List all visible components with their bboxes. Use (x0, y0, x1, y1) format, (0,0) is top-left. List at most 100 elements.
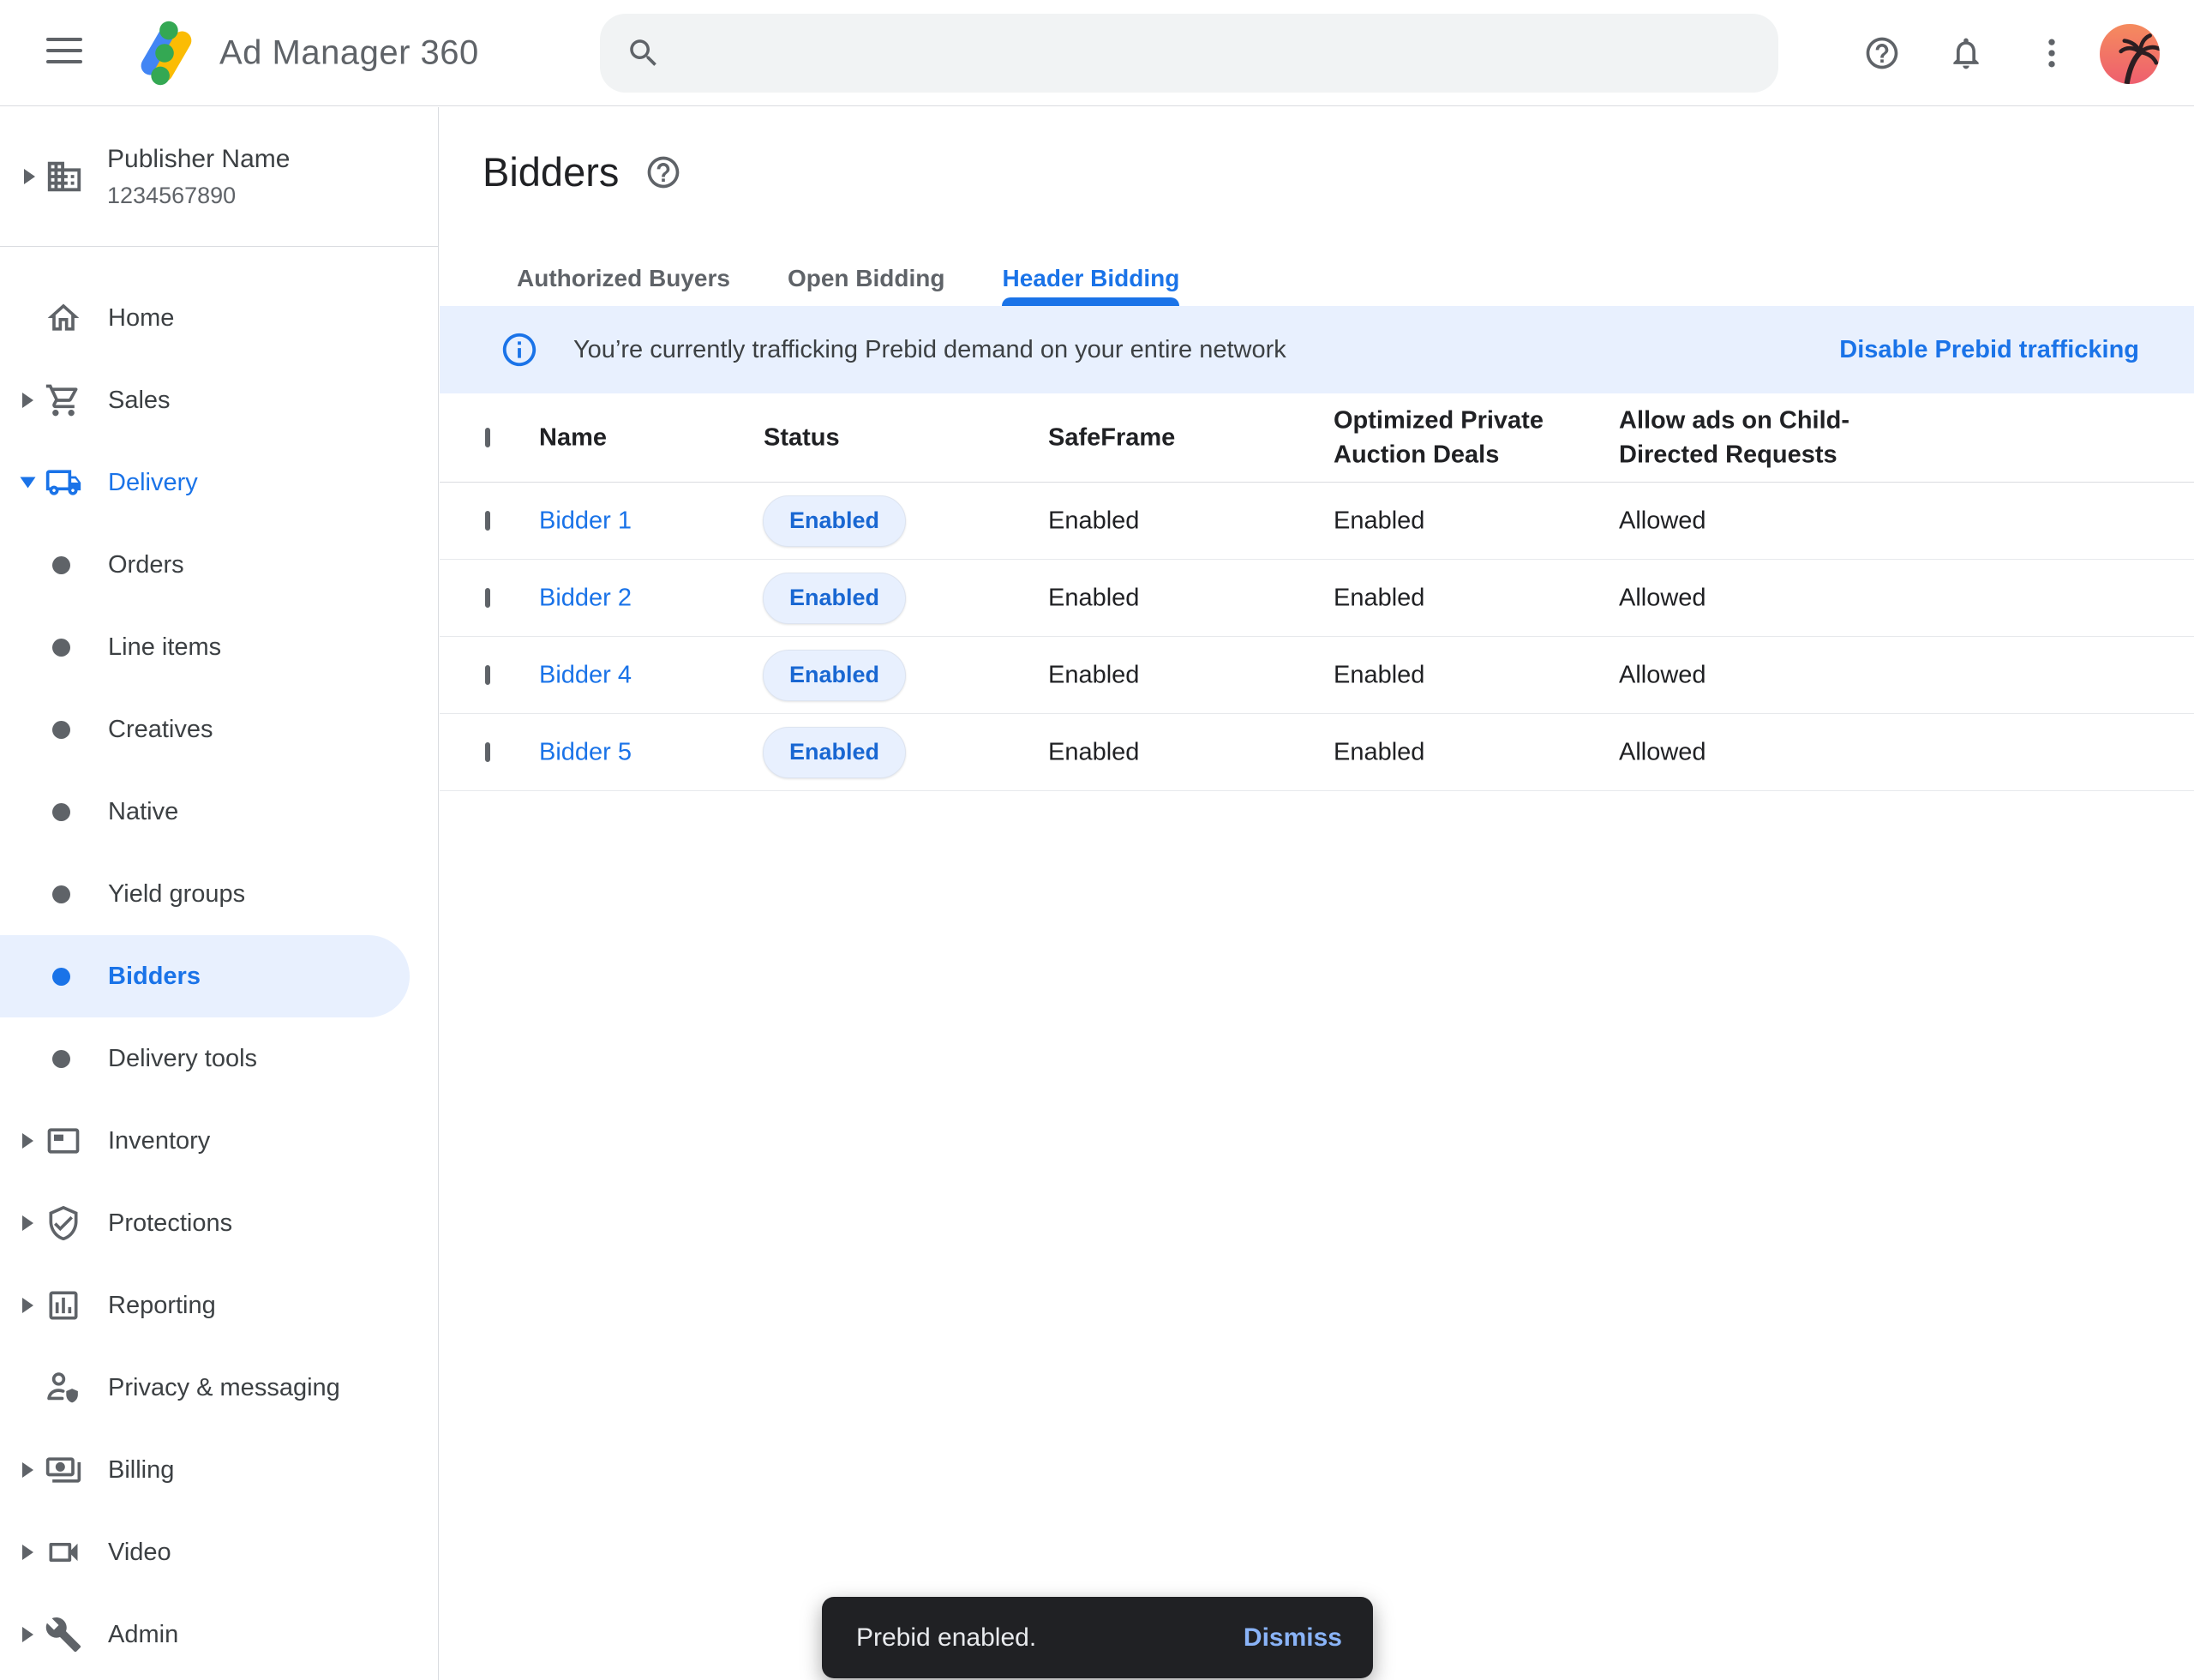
help-icon[interactable] (1863, 34, 1901, 72)
sidebar-item-privacy-messaging[interactable]: Privacy & messaging (0, 1347, 438, 1429)
more-vert-icon[interactable] (2033, 34, 2071, 72)
safeframe-value: Enabled (1048, 507, 1139, 535)
tab-open-bidding[interactable]: Open Bidding (788, 251, 945, 306)
chevron-right-icon (22, 393, 33, 408)
banner-message: You’re currently trafficking Prebid dema… (573, 336, 1286, 364)
table-header-row: Name Status SafeFrame Optimized Private … (440, 393, 2194, 483)
opad-value: Enabled (1334, 661, 1574, 689)
child-directed-value: Allowed (1619, 738, 1893, 766)
chevron-right-icon (24, 169, 35, 184)
row-checkbox[interactable] (485, 511, 490, 531)
home-icon (45, 299, 82, 337)
table-row: Bidder 4 Enabled Enabled Enabled Allowed (440, 637, 2194, 714)
safeframe-value: Enabled (1048, 584, 1139, 612)
publisher-selector[interactable]: Publisher Name 1234567890 (0, 107, 438, 247)
chevron-down-icon (21, 477, 36, 489)
opad-value: Enabled (1334, 584, 1574, 612)
sidebar-item-delivery[interactable]: Delivery (0, 441, 438, 524)
chevron-right-icon (22, 1298, 33, 1313)
truck-icon (45, 464, 82, 501)
snackbar: Prebid enabled. Dismiss (822, 1597, 1373, 1678)
tab-header-bidding[interactable]: Header Bidding (1002, 251, 1179, 306)
table-row: Bidder 5 Enabled Enabled Enabled Allowed (440, 714, 2194, 791)
bidders-table: Name Status SafeFrame Optimized Private … (440, 393, 2194, 791)
ad-manager-logo-icon (125, 12, 206, 93)
child-directed-value: Allowed (1619, 507, 1893, 535)
bullet-icon (52, 639, 70, 657)
opad-value: Enabled (1334, 738, 1574, 766)
status-badge: Enabled (763, 573, 906, 624)
sidebar-item-admin[interactable]: Admin (0, 1593, 438, 1676)
dismiss-button[interactable]: Dismiss (1244, 1623, 1342, 1653)
search-bar[interactable] (600, 14, 1778, 93)
chevron-right-icon (22, 1462, 33, 1478)
row-checkbox[interactable] (485, 588, 490, 608)
safeframe-value: Enabled (1048, 738, 1139, 766)
page-title: Bidders (483, 148, 619, 195)
main-content: Bidders Authorized Buyers Open Bidding H… (440, 107, 2194, 1680)
bullet-icon (52, 1050, 70, 1068)
videocam-icon (45, 1533, 82, 1571)
status-badge: Enabled (763, 650, 906, 701)
sidebar-item-orders[interactable]: Orders (0, 524, 438, 606)
sidebar-item-home[interactable]: Home (0, 277, 438, 359)
sidebar-item-protections[interactable]: Protections (0, 1182, 438, 1264)
sidebar-item-video[interactable]: Video (0, 1511, 438, 1593)
sidebar-item-line-items[interactable]: Line items (0, 606, 438, 688)
sidebar-item-billing[interactable]: Billing (0, 1429, 438, 1511)
row-checkbox[interactable] (485, 742, 490, 762)
column-header-safeframe: SafeFrame (1048, 420, 1175, 455)
wrench-icon (45, 1616, 82, 1653)
bullet-icon (52, 721, 70, 739)
column-header-opad: Optimized Private Auction Deals (1334, 403, 1574, 472)
sidebar-item-inventory[interactable]: Inventory (0, 1100, 438, 1182)
shopping-cart-icon (45, 381, 82, 419)
column-header-child-directed: Allow ads on Child-Directed Requests (1619, 403, 1893, 472)
bidder-link[interactable]: Bidder 4 (539, 661, 632, 689)
bidder-link[interactable]: Bidder 2 (539, 584, 632, 612)
sidebar-item-sales[interactable]: Sales (0, 359, 438, 441)
prebid-info-banner: You’re currently trafficking Prebid dema… (440, 306, 2194, 393)
chevron-right-icon (22, 1627, 33, 1642)
search-icon (626, 35, 662, 71)
table-row: Bidder 2 Enabled Enabled Enabled Allowed (440, 560, 2194, 637)
disable-prebid-trafficking-link[interactable]: Disable Prebid trafficking (1839, 336, 2139, 364)
page-help-icon[interactable] (644, 153, 682, 191)
notifications-icon[interactable] (1947, 34, 1985, 72)
row-checkbox[interactable] (485, 665, 490, 685)
ad-unit-icon (45, 1122, 82, 1160)
tab-authorized-buyers[interactable]: Authorized Buyers (517, 251, 730, 306)
child-directed-value: Allowed (1619, 584, 1893, 612)
product-name: Ad Manager 360 (219, 34, 479, 73)
sidebar-nav: Home Sales Delivery Orders Line items (0, 247, 438, 1676)
shield-check-icon (45, 1204, 82, 1242)
bidder-link[interactable]: Bidder 5 (539, 738, 632, 766)
sidebar-item-reporting[interactable]: Reporting (0, 1264, 438, 1347)
chevron-right-icon (22, 1215, 33, 1231)
search-input[interactable] (684, 39, 1753, 68)
sidebar-item-creatives[interactable]: Creatives (0, 688, 438, 771)
bullet-icon (52, 885, 70, 903)
building-icon (45, 157, 84, 196)
sidebar-item-yield-groups[interactable]: Yield groups (0, 853, 438, 935)
chevron-right-icon (22, 1545, 33, 1560)
safeframe-value: Enabled (1048, 661, 1139, 689)
table-row: Bidder 1 Enabled Enabled Enabled Allowed (440, 483, 2194, 560)
bar-chart-icon (45, 1287, 82, 1324)
avatar[interactable] (2100, 24, 2160, 84)
status-badge: Enabled (763, 727, 906, 778)
sidebar-item-delivery-tools[interactable]: Delivery tools (0, 1017, 438, 1100)
sidebar-item-bidders[interactable]: Bidders (0, 935, 410, 1017)
sidebar-item-native[interactable]: Native (0, 771, 438, 853)
select-all-checkbox[interactable] (485, 428, 490, 447)
tab-bar: Authorized Buyers Open Bidding Header Bi… (517, 251, 1179, 306)
bullet-icon (52, 556, 70, 574)
publisher-name: Publisher Name (107, 145, 290, 174)
payments-icon (45, 1451, 82, 1489)
bidder-link[interactable]: Bidder 1 (539, 507, 632, 535)
opad-value: Enabled (1334, 507, 1574, 535)
bullet-icon (52, 803, 70, 821)
menu-icon[interactable] (46, 38, 82, 67)
column-header-name: Name (539, 420, 607, 455)
chevron-right-icon (22, 1133, 33, 1149)
